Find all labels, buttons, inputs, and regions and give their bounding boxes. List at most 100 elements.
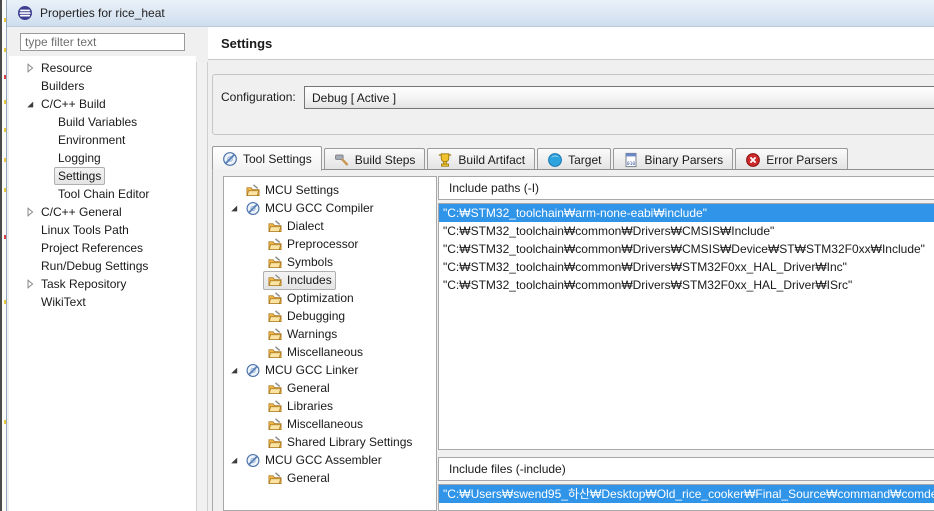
sidebar-item-build-variables[interactable]: Build Variables [9, 113, 196, 131]
filter-input[interactable] [20, 33, 185, 51]
settings-header: Settings [208, 27, 934, 60]
app-window: Properties for rice_heat ResourceBuilder… [0, 0, 934, 511]
sidebar-item-task-repository[interactable]: Task Repository [9, 275, 196, 293]
expanded-arrow-icon[interactable] [23, 99, 37, 109]
sidebar-item-c-c-build[interactable]: C/C++ Build [9, 95, 196, 113]
sidebar-item-label: Task Repository [37, 275, 130, 293]
sidebar-item-label: Logging [54, 149, 105, 167]
tool-settings-tree: MCU SettingsMCU GCC Compiler Dialect Prepr… [223, 176, 437, 511]
include-path-item[interactable]: "C:₩STM32_toolchain₩common₩Drivers₩STM32… [439, 258, 934, 276]
sidebar-item-settings[interactable]: Settings [9, 167, 196, 185]
tab-label: Build Steps [355, 153, 416, 167]
settings-folder-icon [267, 381, 284, 396]
sidebar-item-resource[interactable]: Resource [9, 59, 196, 77]
tab-binary-parsers[interactable]: 010Binary Parsers [613, 148, 733, 170]
eclipse-logo-icon [17, 5, 33, 21]
sidebar-item-project-references[interactable]: Project References [9, 239, 196, 257]
tool-tree-item-mcu-gcc-linker[interactable]: MCU GCC Linker [224, 361, 436, 379]
tool-tree-item-preprocessor[interactable]: Preprocessor [224, 235, 436, 253]
tool-tree-item-libraries[interactable]: Libraries [224, 397, 436, 415]
sidebar-item-label: C/C++ Build [37, 95, 110, 113]
tab-error-parsers[interactable]: Error Parsers [735, 148, 847, 170]
window-title: Properties for rice_heat [40, 6, 165, 20]
sidebar-item-label: Settings [54, 167, 105, 185]
tool-tree-item-symbols[interactable]: Symbols [224, 253, 436, 271]
collapsed-arrow-icon[interactable] [23, 279, 37, 289]
sidebar-item-label: Builders [37, 77, 88, 95]
tool-tree-item-shared-library-settings[interactable]: Shared Library Settings [224, 433, 436, 451]
sidebar-item-label: Build Variables [54, 113, 141, 131]
include-file-item[interactable]: "C:₩Users₩swend95_하산₩Desktop₩Old_rice_co… [439, 485, 934, 503]
tab-label: Tool Settings [243, 152, 312, 166]
sidebar-item-c-c-general[interactable]: C/C++ General [9, 203, 196, 221]
page-title: Settings [221, 36, 272, 51]
tab-label: Target [568, 153, 601, 167]
settings-folder-icon [267, 435, 284, 450]
sidebar-item-label: C/C++ General [37, 203, 126, 221]
sidebar-item-run-debug-settings[interactable]: Run/Debug Settings [9, 257, 196, 275]
tab-target[interactable]: Target [537, 148, 611, 170]
include-path-item[interactable]: "C:₩STM32_toolchain₩common₩Drivers₩CMSIS… [439, 222, 934, 240]
target-icon [547, 152, 563, 168]
tool-tree-item-label: Dialect [287, 219, 324, 233]
expanded-arrow-icon[interactable] [227, 455, 241, 465]
tool-tree-item-label: Debugging [287, 309, 345, 323]
sidebar-item-label: Project References [37, 239, 147, 257]
titlebar[interactable]: Properties for rice_heat [7, 0, 934, 27]
svg-text:010: 010 [627, 161, 636, 167]
sidebar-scrollbar[interactable] [196, 62, 208, 511]
include-paths-title: Include paths (-I) [449, 181, 539, 195]
expanded-arrow-icon[interactable] [227, 365, 241, 375]
configuration-select[interactable]: Debug [ Active ] [304, 86, 934, 109]
sidebar-item-logging[interactable]: Logging [9, 149, 196, 167]
properties-dialog: Properties for rice_heat ResourceBuilder… [6, 0, 934, 511]
tab-label: Build Artifact [458, 153, 525, 167]
tool-tree-item-general[interactable]: General [224, 469, 436, 487]
tabbar: Tool Settings Build Steps Build Artifact Ta… [212, 145, 934, 170]
tool-tree-item-miscellaneous[interactable]: Miscellaneous [224, 415, 436, 433]
sidebar-item-label: Resource [37, 59, 96, 77]
expanded-arrow-icon[interactable] [227, 203, 241, 213]
tool-tree-item-miscellaneous[interactable]: Miscellaneous [224, 343, 436, 361]
collapsed-arrow-icon[interactable] [23, 207, 37, 217]
include-path-item[interactable]: "C:₩STM32_toolchain₩common₩Drivers₩CMSIS… [439, 240, 934, 258]
tool-tree-item-label: Warnings [287, 327, 337, 341]
sidebar-item-label: Linux Tools Path [37, 221, 133, 239]
settings-folder-icon [267, 309, 284, 324]
tool-tree-item-mcu-settings[interactable]: MCU Settings [224, 181, 436, 199]
tool-icon [245, 201, 262, 216]
settings-folder-icon [267, 237, 284, 252]
tab-build-artifact[interactable]: Build Artifact [427, 148, 535, 170]
include-files-header: Include files (-include) [438, 457, 934, 481]
tool-tree-item-label: Includes [287, 273, 332, 287]
tool-tree-item-dialect[interactable]: Dialect [224, 217, 436, 235]
include-path-item[interactable]: "C:₩STM32_toolchain₩arm-none-eabi₩includ… [439, 204, 934, 222]
sidebar-item-tool-chain-editor[interactable]: Tool Chain Editor [9, 185, 196, 203]
include-path-item[interactable]: "C:₩STM32_toolchain₩common₩Drivers₩STM32… [439, 276, 934, 294]
include-paths-list[interactable]: "C:₩STM32_toolchain₩arm-none-eabi₩includ… [438, 203, 934, 450]
tool-tree-item-label: Symbols [287, 255, 333, 269]
tool-tree-item-includes[interactable]: Includes [224, 271, 436, 289]
sidebar-item-label: Run/Debug Settings [37, 257, 152, 275]
tool-tree-item-general[interactable]: General [224, 379, 436, 397]
tool-tree-item-optimization[interactable]: Optimization [224, 289, 436, 307]
build-artifact-icon [437, 152, 453, 168]
settings-folder-icon [245, 183, 262, 198]
settings-folder-icon [267, 255, 284, 270]
tool-tree-item-warnings[interactable]: Warnings [224, 325, 436, 343]
build-steps-icon [334, 152, 350, 168]
include-files-title: Include files (-include) [449, 462, 566, 476]
sidebar-item-environment[interactable]: Environment [9, 131, 196, 149]
tab-tool-settings[interactable]: Tool Settings [212, 146, 322, 171]
collapsed-arrow-icon[interactable] [23, 63, 37, 73]
sidebar-item-wikitext[interactable]: WikiText [9, 293, 196, 311]
sidebar-item-builders[interactable]: Builders [9, 77, 196, 95]
tool-tree-item-mcu-gcc-assembler[interactable]: MCU GCC Assembler [224, 451, 436, 469]
configuration-group: Configuration: Debug [ Active ] [212, 74, 934, 135]
tool-tree-item-label: MCU GCC Assembler [265, 453, 382, 467]
tool-tree-item-debugging[interactable]: Debugging [224, 307, 436, 325]
tool-tree-item-mcu-gcc-compiler[interactable]: MCU GCC Compiler [224, 199, 436, 217]
tab-build-steps[interactable]: Build Steps [324, 148, 426, 170]
include-files-list[interactable]: "C:₩Users₩swend95_하산₩Desktop₩Old_rice_co… [438, 484, 934, 511]
sidebar-item-linux-tools-path[interactable]: Linux Tools Path [9, 221, 196, 239]
